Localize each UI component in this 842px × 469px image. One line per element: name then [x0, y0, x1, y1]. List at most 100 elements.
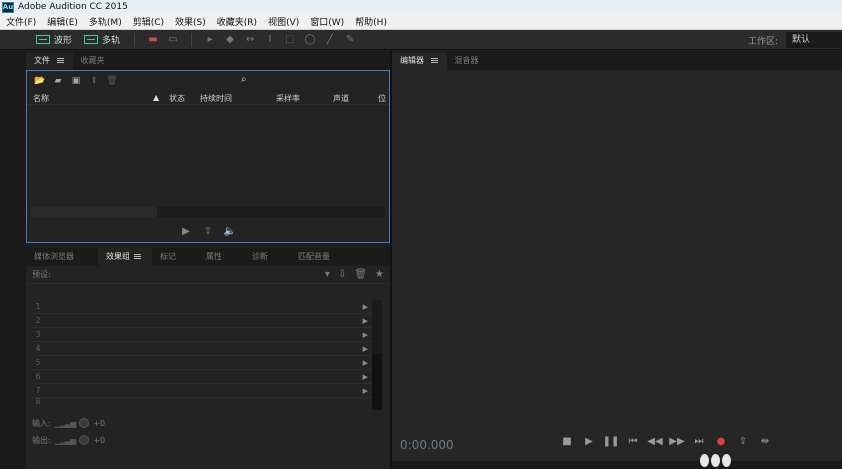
left-gutter	[0, 50, 26, 469]
tab-effects-rack[interactable]: 效果组	[98, 248, 152, 266]
favorite-star-icon[interactable]: ★	[375, 269, 384, 280]
input-gain-knob[interactable]	[79, 418, 90, 428]
tab-favorites[interactable]: 收藏夹	[73, 52, 113, 70]
output-label: 输出:	[32, 435, 51, 445]
lasso-tool-icon[interactable]: ◯	[302, 33, 318, 47]
workspace-dropdown[interactable]: 默认	[786, 32, 842, 48]
column-name[interactable]: 名称	[33, 93, 49, 104]
export-icon[interactable]: ⇪	[197, 226, 219, 237]
tab-properties-label: 属性	[206, 252, 222, 261]
menu-edit[interactable]: 编辑(E)	[41, 15, 83, 28]
menu-multitrack[interactable]: 多轨(M)	[83, 15, 127, 28]
output-meter-icon: ▁▂▃▅	[54, 435, 77, 445]
spectral-pitch-icon[interactable]: ▭	[165, 33, 181, 47]
rack-slot[interactable]: 7 ▶	[32, 384, 372, 398]
scrollbar-thumb[interactable]	[372, 354, 382, 410]
tab-media-browser[interactable]: 媒体浏览器	[26, 248, 98, 266]
save-preset-icon[interactable]: ⇩	[338, 269, 346, 280]
preset-dropdown-icon[interactable]: ▾	[325, 269, 330, 280]
insert-icon[interactable]: ⬆	[85, 74, 103, 88]
menu-favorites[interactable]: 收藏夹(R)	[211, 15, 262, 28]
skip-to-start-icon[interactable]: ⏮	[622, 436, 644, 447]
audition-logo-icon: Au	[2, 1, 14, 13]
timecode-display[interactable]: 0:00.000	[400, 438, 454, 452]
move-tool-icon[interactable]: ▸	[202, 33, 218, 47]
tab-editor[interactable]: 编辑器	[392, 52, 447, 70]
menu-file[interactable]: 文件(F)	[0, 15, 41, 28]
rack-scrollbar[interactable]	[372, 300, 382, 410]
new-file-icon[interactable]: ▣	[67, 74, 85, 88]
output-gain-knob[interactable]	[79, 435, 90, 445]
spot-healing-tool-icon[interactable]: ✎	[342, 33, 358, 47]
slot-arrow-icon[interactable]: ▶	[363, 331, 368, 339]
slot-arrow-icon[interactable]: ▶	[363, 317, 368, 325]
brush-tool-icon[interactable]: ╱	[322, 33, 338, 47]
waveform-view-button[interactable]: 波形	[30, 32, 78, 48]
tab-properties[interactable]: 属性	[198, 248, 244, 266]
editor-canvas[interactable]	[392, 70, 842, 461]
time-selection-tool-icon[interactable]: I	[262, 33, 278, 47]
column-duration[interactable]: 持续时间	[200, 93, 232, 104]
editor-panel: 编辑器 混音器 0:00.000 ■ ▶ ❚❚ ⏮ ◀◀ ▶▶ ⏭ ● ⇪ ⇹	[392, 52, 842, 469]
multitrack-view-button[interactable]: 多轨	[78, 32, 126, 48]
rewind-icon[interactable]: ◀◀	[644, 436, 666, 447]
preset-label: 预设:	[32, 270, 51, 279]
menu-effects[interactable]: 效果(S)	[169, 15, 211, 28]
slot-arrow-icon[interactable]: ▶	[363, 359, 368, 367]
menu-clip[interactable]: 剪辑(C)	[127, 15, 169, 28]
slot-arrow-icon[interactable]: ▶	[363, 373, 368, 381]
sort-ascending-icon[interactable]: ▲	[153, 93, 159, 102]
tab-diagnostics[interactable]: 诊断	[244, 248, 290, 266]
slip-tool-icon[interactable]: ↔	[242, 33, 258, 47]
delete-icon[interactable]: 🗑	[103, 74, 121, 88]
tab-mixer[interactable]: 混音器	[447, 52, 487, 70]
column-sample-rate[interactable]: 采样率	[276, 93, 300, 104]
rack-slot[interactable]: 1 ▶	[32, 300, 372, 314]
slot-arrow-icon[interactable]: ▶	[363, 303, 368, 311]
open-file-icon[interactable]: 📂	[31, 74, 49, 88]
files-horizontal-scrollbar[interactable]	[31, 207, 385, 217]
rack-slot[interactable]: 8	[32, 398, 372, 404]
scrollbar-thumb[interactable]	[31, 207, 157, 217]
slot-arrow-icon[interactable]: ▶	[363, 387, 368, 395]
menu-help[interactable]: 帮助(H)	[349, 15, 392, 28]
import-file-icon[interactable]: ▰	[49, 74, 67, 88]
marquee-tool-icon[interactable]: ⬚	[282, 33, 298, 47]
files-panel-tabs: 文件 收藏夹	[26, 52, 390, 70]
menu-window[interactable]: 窗口(W)	[304, 15, 349, 28]
column-bit-depth[interactable]: 位	[378, 93, 386, 104]
files-table-header: 名称 ▲ 状态 持续时间 采样率 声道 位	[27, 91, 389, 105]
rack-slot[interactable]: 4 ▶	[32, 342, 372, 356]
slot-arrow-icon[interactable]: ▶	[363, 345, 368, 353]
loop-icon[interactable]: ⇪	[732, 436, 754, 447]
skip-to-end-icon[interactable]: ⏭	[688, 436, 710, 447]
panel-menu-icon[interactable]	[429, 56, 439, 65]
fast-forward-icon[interactable]: ▶▶	[666, 436, 688, 447]
razor-tool-icon[interactable]: ◆	[222, 33, 238, 47]
autoplay-speaker-icon[interactable]: 🔈	[219, 226, 241, 237]
play-icon[interactable]: ▶	[175, 226, 197, 237]
spectral-frequency-icon[interactable]: ▬	[145, 33, 161, 47]
menu-view[interactable]: 视图(V)	[262, 15, 304, 28]
pause-icon[interactable]: ❚❚	[600, 436, 622, 447]
rack-slot[interactable]: 5 ▶	[32, 356, 372, 370]
column-status[interactable]: 状态	[169, 93, 185, 104]
tab-markers[interactable]: 标记	[152, 248, 198, 266]
input-level-row: 输入: ▁▂▃▅ +0	[32, 416, 105, 430]
panel-menu-icon[interactable]	[133, 252, 142, 261]
delete-preset-icon[interactable]: 🗑	[354, 269, 367, 280]
tab-files-label: 文件	[34, 56, 50, 65]
column-channels[interactable]: 声道	[333, 93, 349, 104]
panel-menu-icon[interactable]	[55, 56, 65, 65]
rack-slot[interactable]: 2 ▶	[32, 314, 372, 328]
tab-files[interactable]: 文件	[26, 52, 73, 70]
skip-selection-icon[interactable]: ⇹	[754, 436, 776, 447]
rack-slot[interactable]: 3 ▶	[32, 328, 372, 342]
search-icon[interactable]: ⌕	[241, 74, 247, 85]
record-icon[interactable]: ●	[710, 436, 732, 447]
stop-icon[interactable]: ■	[556, 436, 578, 447]
files-panel-body: 📂 ▰ ▣ ⬆ 🗑 ⌕ 名称 ▲ 状态 持续时间 采样率 声道 位 ▶ ⇪ 🔈	[26, 70, 390, 243]
tab-match-volume[interactable]: 匹配音量	[290, 248, 338, 266]
rack-slot[interactable]: 6 ▶	[32, 370, 372, 384]
play-icon[interactable]: ▶	[578, 436, 600, 447]
